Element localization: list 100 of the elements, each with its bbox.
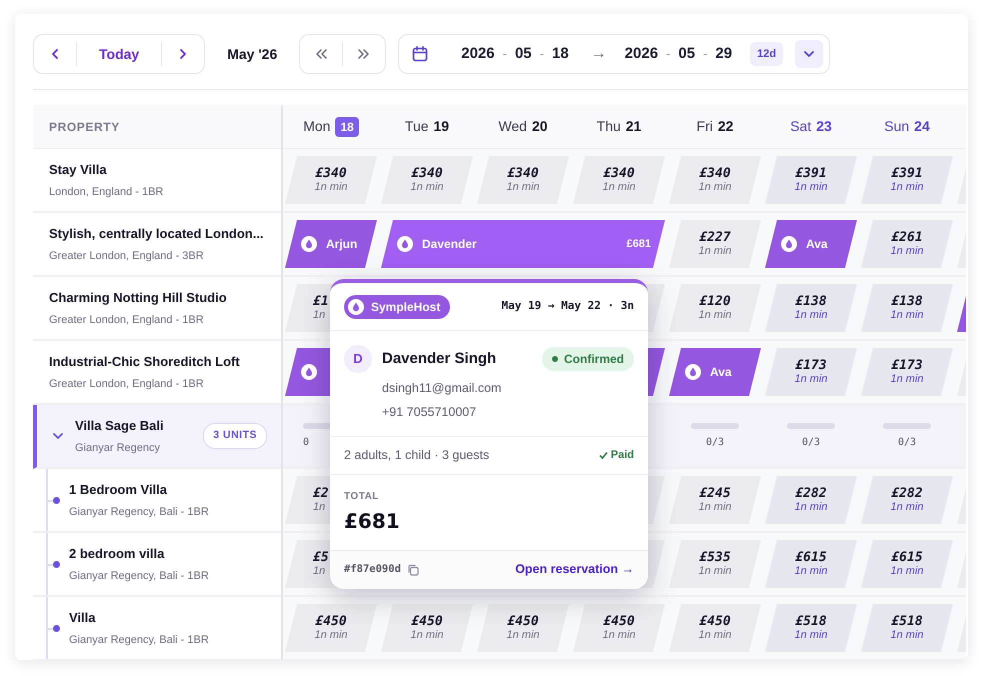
property-location: Gianyar Regency, Bali - 1BR xyxy=(69,504,209,520)
min-stay-text: 1n min xyxy=(698,309,732,322)
availability-count: 0 xyxy=(303,436,310,450)
property-name: 1 Bedroom Villa xyxy=(69,481,168,499)
date-part: 2026 xyxy=(624,44,658,64)
payment-status: Paid xyxy=(598,446,634,464)
price-text: £120 xyxy=(699,294,731,310)
day-number: 20 xyxy=(532,117,548,136)
min-stay-text: 1n min xyxy=(410,181,444,194)
price-text: £227 xyxy=(699,230,731,246)
month-label: May '26 xyxy=(227,45,278,64)
min-stay-text: 1n min xyxy=(890,565,924,578)
column-header: PROPERTY xyxy=(48,118,120,136)
date-part: 18 xyxy=(552,44,569,64)
property-location: Gianyar Regency, Bali - 1BR xyxy=(69,632,209,648)
date-separator: - xyxy=(540,45,544,64)
min-stay-text: 1n min xyxy=(890,181,924,194)
guest-name: Ava xyxy=(710,364,732,381)
min-stay-text: 1n min xyxy=(794,629,828,642)
guest-avatar: D xyxy=(344,345,372,373)
price-text: £450 xyxy=(315,614,347,630)
property-location: Greater London, England - 3BR xyxy=(49,248,205,264)
price-text: £261 xyxy=(891,230,923,246)
availability-count: 0/3 xyxy=(706,436,724,450)
date-part: 05 xyxy=(514,44,532,64)
price-text: £615 xyxy=(795,550,827,566)
min-stay-text: 1n min xyxy=(698,501,732,514)
min-stay-text: 1n min xyxy=(794,309,828,322)
guest-name: Ava xyxy=(806,236,828,253)
property-name: Stay Villa xyxy=(49,161,108,179)
min-stay-text: 1n min xyxy=(794,501,828,514)
date-part: 29 xyxy=(715,44,732,64)
min-stay-text: 1n min xyxy=(698,629,732,642)
min-stay-text: 1n min xyxy=(314,181,348,194)
range-length-badge: 12d xyxy=(750,42,784,66)
source-name: SympleHost xyxy=(371,298,440,316)
units-pill: 3 UNITS xyxy=(203,423,267,449)
weekday-label: Mon xyxy=(303,117,330,136)
reservation-id: #f87e090d xyxy=(344,562,401,577)
property-location: Gianyar Regency xyxy=(75,440,161,456)
property-name: Charming Notting Hill Studio xyxy=(49,289,227,307)
property-location: Greater London, England - 1BR xyxy=(49,376,205,392)
price-text: £340 xyxy=(699,166,731,182)
property-location: Greater London, England - 1BR xyxy=(49,312,205,328)
property-name: Stylish, centrally located London... xyxy=(49,225,264,243)
range-arrow: → xyxy=(590,44,607,64)
price-text: £450 xyxy=(603,614,635,630)
guest-name: Arjun xyxy=(326,236,358,253)
weekday-label: Sun xyxy=(884,117,910,136)
price-text: £391 xyxy=(795,166,827,182)
date-separator: - xyxy=(703,45,708,64)
price-text: £450 xyxy=(507,614,539,630)
day-number: 21 xyxy=(626,117,642,136)
date-part: 2026 xyxy=(461,44,495,64)
availability-count: 0/3 xyxy=(898,436,916,450)
min-stay-text: 1n min xyxy=(698,245,732,258)
min-stay-text: 1n min xyxy=(698,181,732,194)
date-part: 05 xyxy=(678,44,696,64)
day-number: 19 xyxy=(434,117,450,136)
property-location: London, England - 1BR xyxy=(49,184,164,200)
min-stay-text: 1n min xyxy=(506,181,540,194)
guest-full-name: Davender Singh xyxy=(382,348,496,369)
price-text: £340 xyxy=(507,166,539,182)
weekday-label: Sat xyxy=(790,117,812,136)
price-text: £138 xyxy=(891,294,923,310)
availability-count: 0/3 xyxy=(802,436,820,450)
price-text: £245 xyxy=(699,486,731,502)
weekday-label: Wed xyxy=(498,117,527,136)
property-name: Villa Sage Bali xyxy=(75,417,164,435)
total-amount: £681 xyxy=(344,508,401,534)
min-stay-text: 1n min xyxy=(890,501,924,514)
price-text: £340 xyxy=(603,166,635,182)
property-name: Industrial-Chic Shoreditch Loft xyxy=(49,353,240,371)
date-separator: - xyxy=(502,45,507,64)
property-location: Gianyar Regency, Bali - 1BR xyxy=(69,568,209,584)
price-text: £173 xyxy=(795,358,827,374)
day-number: 22 xyxy=(718,117,734,136)
stay-dates: May 19 → May 22 · 3n xyxy=(502,298,634,314)
min-stay-text: 1n min xyxy=(890,245,924,258)
price-text: £450 xyxy=(411,614,443,630)
weekday-label: Tue xyxy=(404,117,429,136)
min-stay-text: 1n min xyxy=(410,629,444,642)
price-text: £450 xyxy=(699,614,731,630)
min-stay-text: 1n min xyxy=(890,629,924,642)
price-text: £138 xyxy=(795,294,827,310)
guest-name: Davender xyxy=(422,236,477,253)
weekday-label: Fri xyxy=(696,117,713,136)
min-stay-text: 1n min xyxy=(890,373,924,386)
min-stay-text: 1n min xyxy=(794,565,828,578)
guest-email: dsingh11@gmail.com xyxy=(382,380,502,397)
price-text: £5 xyxy=(313,550,329,566)
property-name: Villa xyxy=(69,609,97,627)
price-text: £391 xyxy=(891,166,923,182)
min-stay-text: 1n min xyxy=(602,629,636,642)
weekday-label: Thu xyxy=(596,117,621,136)
day-number: 24 xyxy=(914,117,930,136)
guest-phone: +91 7055710007 xyxy=(382,404,478,421)
min-stay-text: 1n min xyxy=(698,565,732,578)
total-label: TOTAL xyxy=(344,490,380,504)
date-separator: - xyxy=(666,45,670,64)
